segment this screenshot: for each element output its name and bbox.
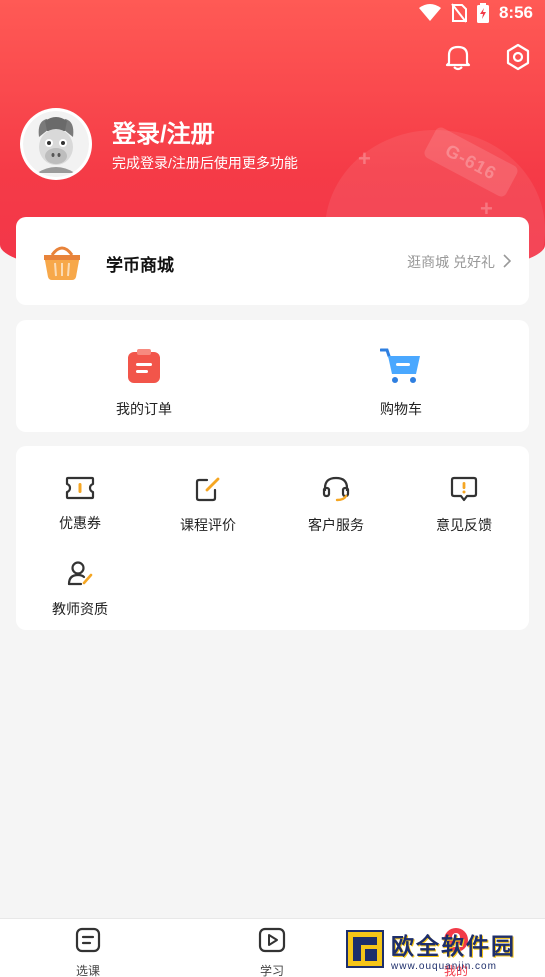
settings-button[interactable] xyxy=(503,43,533,76)
decor-plus: + xyxy=(358,146,371,171)
tab-courses[interactable]: 选课 xyxy=(48,927,128,977)
ticket-icon xyxy=(65,476,95,505)
headset-icon xyxy=(322,476,350,507)
edit-icon xyxy=(195,476,221,507)
coupon-button[interactable]: 优惠券 xyxy=(25,476,135,536)
gear-icon xyxy=(505,43,531,76)
status-bar: 8:56 xyxy=(0,0,545,26)
coin-mall-link-text: 逛商城 兑好礼 xyxy=(407,254,495,270)
status-time: 8:56 xyxy=(498,3,533,22)
coupon-label: 优惠券 xyxy=(59,515,101,531)
bottom-tab-bar: 选课 学习 我的 xyxy=(0,918,545,977)
coin-mall-title: 学币商城 xyxy=(106,256,174,275)
tab-study[interactable]: 学习 xyxy=(232,927,312,977)
customer-service-label: 客户服务 xyxy=(308,517,364,533)
profile-active-icon xyxy=(443,927,469,958)
orders-card: 我的订单 购物车 xyxy=(16,320,529,432)
tab-courses-label: 选课 xyxy=(75,964,100,977)
course-list-icon xyxy=(75,927,101,958)
bell-icon xyxy=(445,43,471,76)
my-orders-label: 我的订单 xyxy=(116,401,172,417)
teacher-icon xyxy=(67,560,93,591)
avatar-mascot-icon xyxy=(23,111,89,177)
wifi-icon xyxy=(418,4,441,22)
my-orders-button[interactable]: 我的订单 xyxy=(84,348,204,418)
tab-study-label: 学习 xyxy=(259,964,284,977)
cart-label: 购物车 xyxy=(380,401,422,417)
feedback-icon xyxy=(450,476,478,507)
tab-mine-label: 我的 xyxy=(443,964,468,977)
teacher-qualification-button[interactable]: 教师资质 xyxy=(25,560,135,620)
customer-service-button[interactable]: 客户服务 xyxy=(281,476,391,536)
coin-mall-card[interactable]: 学币商城 逛商城 兑好礼 xyxy=(16,217,529,305)
chevron-right-icon xyxy=(503,253,512,271)
login-register-link[interactable]: 登录/注册 xyxy=(112,114,215,149)
cart-button[interactable]: 购物车 xyxy=(341,348,461,418)
tools-card: 优惠券 课程评价 客户服务 意见反馈 教师资质 xyxy=(16,446,529,630)
coin-mall-link[interactable]: 逛商城 兑好礼 xyxy=(407,252,512,272)
teacher-qualification-label: 教师资质 xyxy=(52,601,108,617)
shopping-basket-icon xyxy=(40,239,84,283)
course-review-label: 课程评价 xyxy=(180,517,236,533)
play-icon xyxy=(258,927,286,958)
login-subtitle: 完成登录/注册后使用更多功能 xyxy=(112,155,298,171)
feedback-button[interactable]: 意见反馈 xyxy=(409,476,519,536)
clipboard-icon xyxy=(127,348,161,389)
notification-bell-button[interactable] xyxy=(443,44,473,74)
feedback-label: 意见反馈 xyxy=(436,517,492,533)
avatar[interactable] xyxy=(20,108,92,180)
no-sim-icon xyxy=(451,3,467,23)
battery-icon xyxy=(476,3,489,23)
cart-icon xyxy=(379,348,422,389)
tab-mine[interactable]: 我的 xyxy=(416,927,496,977)
course-review-button[interactable]: 课程评价 xyxy=(153,476,263,536)
